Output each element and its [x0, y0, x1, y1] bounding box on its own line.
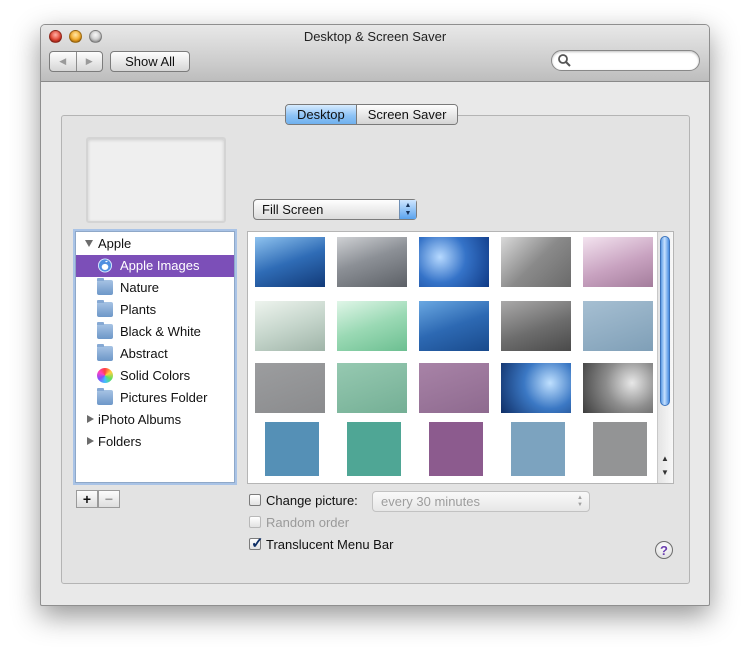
wallpaper-thumbnail[interactable] — [419, 363, 489, 413]
add-source-button[interactable]: + — [76, 490, 98, 508]
random-order-label: Random order — [266, 515, 350, 530]
wallpaper-thumbnail[interactable] — [255, 237, 325, 287]
wallpaper-thumbnail-grid: ▲ ▼ — [247, 231, 674, 484]
source-item-label: Apple Images — [120, 258, 200, 273]
source-item-plants[interactable]: Plants — [76, 299, 234, 321]
search-input[interactable] — [574, 52, 696, 70]
wallpaper-thumbnail[interactable] — [593, 422, 647, 476]
title-bar: Desktop & Screen Saver ◀ ▶ Show All — [41, 25, 709, 82]
pictures-folder-icon — [97, 388, 113, 405]
right-arrow-icon: ▶ — [85, 56, 93, 66]
left-arrow-icon: ◀ — [59, 56, 67, 66]
source-item-label: Solid Colors — [120, 368, 191, 383]
search-icon — [558, 54, 571, 67]
disclosure-triangle-icon[interactable] — [87, 437, 94, 445]
wallpaper-thumbnail[interactable] — [501, 301, 571, 351]
source-group-label: Apple — [98, 236, 132, 251]
disclosure-triangle-icon[interactable] — [85, 240, 93, 247]
search-field[interactable] — [551, 50, 700, 71]
translucent-menu-bar-checkbox[interactable]: ✓ — [249, 535, 264, 552]
back-forward-group: ◀ ▶ — [49, 51, 103, 72]
source-item-label: Black & White — [120, 324, 201, 339]
wallpaper-thumbnail[interactable] — [419, 237, 489, 287]
source-item-label: Plants — [120, 302, 157, 317]
wallpaper-thumbnail[interactable] — [429, 422, 483, 476]
checkmark-icon: ✓ — [251, 535, 264, 552]
remove-source-button[interactable]: − — [98, 490, 120, 508]
change-interval-popup[interactable]: every 30 minutes ▲ ▼ — [372, 491, 590, 512]
desktop-preview-well[interactable] — [86, 137, 226, 223]
source-group-label: Folders — [98, 434, 142, 449]
source-group-folders[interactable]: Folders — [76, 431, 234, 453]
source-item-label: Pictures Folder — [120, 390, 208, 405]
source-item-pictures-folder[interactable]: Pictures Folder — [76, 387, 234, 409]
back-button[interactable]: ◀ — [50, 52, 76, 71]
tab-bar: Desktop Screen Saver — [285, 104, 459, 125]
scrollbar-thumb[interactable] — [660, 236, 670, 406]
wallpaper-thumbnail[interactable] — [337, 237, 407, 287]
wallpaper-thumbnail[interactable] — [501, 363, 571, 413]
change-picture-checkbox[interactable] — [249, 494, 261, 506]
wallpaper-thumbnail[interactable] — [583, 237, 653, 287]
color-wheel-icon — [97, 368, 113, 383]
tab-screen-saver[interactable]: Screen Saver — [355, 105, 458, 124]
source-group-apple[interactable]: Apple — [76, 233, 234, 255]
wallpaper-thumbnail[interactable] — [501, 237, 571, 287]
wallpaper-thumbnail[interactable] — [511, 422, 565, 476]
disclosure-triangle-icon[interactable] — [87, 415, 94, 423]
tab-desktop[interactable]: Desktop — [286, 105, 356, 124]
window-title: Desktop & Screen Saver — [303, 29, 447, 44]
wallpaper-thumbnail[interactable] — [583, 301, 653, 351]
random-order-checkbox[interactable] — [249, 516, 261, 528]
wallpaper-thumbnail[interactable] — [337, 301, 407, 351]
popup-arrows-icon: ▲ ▼ — [577, 495, 583, 508]
scroll-up-arrow-icon[interactable]: ▲ — [661, 454, 669, 463]
folder-icon — [97, 278, 113, 295]
show-all-button[interactable]: Show All — [110, 51, 190, 72]
change-interval-value: every 30 minutes — [381, 494, 480, 509]
source-item-nature[interactable]: Nature — [76, 277, 234, 299]
source-item-abstract[interactable]: Abstract — [76, 343, 234, 365]
translucent-menu-bar-label: Translucent Menu Bar — [266, 537, 394, 552]
fit-mode-value: Fill Screen — [262, 202, 324, 217]
popup-arrows-icon: ▲ ▼ — [399, 200, 416, 219]
grid-scrollbar[interactable]: ▲ ▼ — [657, 232, 673, 483]
source-item-black-white[interactable]: Black & White — [76, 321, 234, 343]
source-item-apple-images[interactable]: Apple Images — [76, 255, 234, 277]
folder-icon — [97, 300, 113, 317]
apple-icon — [97, 258, 113, 273]
source-group-iphoto-albums[interactable]: iPhoto Albums — [76, 409, 234, 431]
image-source-list: Apple Apple Images Nature Plants Black &… — [75, 231, 235, 483]
wallpaper-thumbnail[interactable] — [419, 301, 489, 351]
preferences-window: Desktop & Screen Saver ◀ ▶ Show All Desk… — [40, 24, 710, 606]
source-item-solid-colors[interactable]: Solid Colors — [76, 365, 234, 387]
help-button[interactable]: ? — [655, 541, 673, 559]
wallpaper-thumbnail[interactable] — [255, 301, 325, 351]
scroll-down-arrow-icon[interactable]: ▼ — [661, 468, 669, 477]
source-item-label: Nature — [120, 280, 160, 295]
folder-icon — [97, 322, 113, 339]
wallpaper-thumbnail[interactable] — [337, 363, 407, 413]
change-picture-label: Change picture: — [266, 493, 358, 508]
source-item-label: Abstract — [120, 346, 168, 361]
wallpaper-thumbnail[interactable] — [255, 363, 325, 413]
forward-button[interactable]: ▶ — [75, 52, 103, 71]
wallpaper-thumbnail[interactable] — [347, 422, 401, 476]
wallpaper-thumbnail[interactable] — [583, 363, 653, 413]
source-group-label: iPhoto Albums — [98, 412, 182, 427]
fit-mode-popup[interactable]: Fill Screen ▲ ▼ — [253, 199, 417, 220]
folder-icon — [97, 344, 113, 361]
wallpaper-thumbnail[interactable] — [265, 422, 319, 476]
